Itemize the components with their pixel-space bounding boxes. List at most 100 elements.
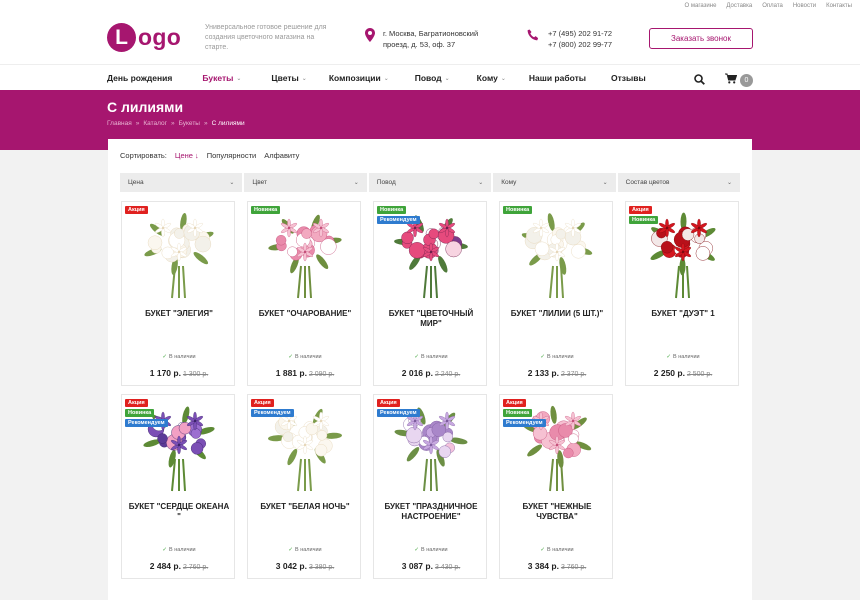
top-link[interactable]: Новости bbox=[793, 3, 816, 9]
logo-text: ogo bbox=[138, 24, 182, 50]
availability: ✓ В наличии bbox=[248, 354, 362, 360]
product-image[interactable] bbox=[139, 208, 219, 300]
product-card[interactable]: Акция Букет "Элегия" ✓ В наличии 1 170 р. 1 3… bbox=[121, 201, 235, 386]
product-price: 3 087 р. 3 430 р. bbox=[374, 561, 488, 571]
nav-item[interactable]: Букеты ⌄ bbox=[202, 73, 241, 83]
breadcrumb-link[interactable]: Каталог bbox=[143, 120, 167, 127]
logo-mark: L bbox=[107, 23, 136, 52]
product-card[interactable]: Акция Рекомендуем Букет "Праздничное настр… bbox=[373, 394, 487, 579]
nav-item[interactable]: Кому ⌄ bbox=[477, 73, 506, 83]
search-icon[interactable] bbox=[694, 72, 705, 90]
phone-number-2[interactable]: +7 (800) 202 99-77 bbox=[548, 39, 612, 50]
product-name[interactable]: Букет "Элегия" bbox=[128, 309, 230, 319]
filter-dropdown[interactable]: Цвет ⌄ bbox=[244, 173, 367, 192]
chevron-down-icon: ⌄ bbox=[478, 180, 484, 186]
top-link[interactable]: Контакты bbox=[826, 3, 852, 9]
page-title: С лилиями bbox=[107, 99, 184, 115]
filter-bar: Цена ⌄ Цвет ⌄ Повод ⌄ Кому ⌄ Состав цветов ⌄ bbox=[120, 173, 741, 192]
availability: ✓ В наличии bbox=[374, 547, 488, 553]
product-name[interactable]: Букет "Цветочный мир" bbox=[380, 309, 482, 329]
cart-button[interactable]: 0 bbox=[725, 71, 753, 89]
top-link[interactable]: О магазине bbox=[685, 3, 717, 9]
nav-item[interactable]: День рождения bbox=[107, 73, 172, 83]
sort-option[interactable]: Цене ↓ bbox=[175, 151, 199, 160]
top-link[interactable]: Доставка bbox=[726, 3, 752, 9]
badge-sale: Акция bbox=[125, 206, 148, 214]
nav-item-label: Отзывы bbox=[610, 73, 646, 83]
breadcrumb: Главная» Каталог» Букеты» С лилиями bbox=[107, 120, 245, 127]
callback-button[interactable]: Заказать звонок bbox=[649, 28, 753, 49]
product-price: 3 042 р. 3 380 р. bbox=[248, 561, 362, 571]
filter-label: Состав цветов bbox=[625, 179, 670, 186]
badge-recommend: Рекомендуем bbox=[125, 419, 168, 427]
nav-item[interactable]: Композиции ⌄ bbox=[329, 73, 389, 83]
product-badges: Акция Рекомендуем bbox=[251, 399, 294, 417]
chevron-down-icon: ⌄ bbox=[444, 75, 450, 82]
filter-dropdown[interactable]: Кому ⌄ bbox=[493, 173, 616, 192]
current-price: 1 881 р. bbox=[275, 368, 307, 378]
product-badges: Новинка bbox=[251, 206, 281, 214]
product-card[interactable]: Акция Новинка Рекомендуем Букет "Сердце оке… bbox=[121, 394, 235, 579]
product-card[interactable]: Новинка Рекомендуем Букет "Цветочный мир" ✓… bbox=[373, 201, 487, 386]
nav-item-label: День рождения bbox=[107, 73, 173, 83]
product-card[interactable]: Акция Новинка Рекомендуем Букет "Нежные чув… bbox=[499, 394, 613, 579]
phone-number-1[interactable]: +7 (495) 202 91-72 bbox=[548, 28, 612, 39]
current-price: 2 484 р. bbox=[149, 561, 181, 571]
badge-recommend: Рекомендуем bbox=[377, 216, 420, 224]
product-name[interactable]: Букет "Дуэт" 1 bbox=[632, 309, 734, 319]
breadcrumb-link[interactable]: Главная bbox=[107, 120, 132, 127]
filter-label: Повод bbox=[376, 179, 396, 186]
product-name[interactable]: Букет "Нежные чувства" bbox=[506, 502, 608, 522]
product-card[interactable]: Акция Рекомендуем Букет "Белая ночь" ✓ В нал… bbox=[247, 394, 361, 579]
product-badges: Новинка Рекомендуем bbox=[377, 206, 420, 224]
chevron-down-icon: ⌄ bbox=[383, 75, 389, 82]
top-link[interactable]: Оплата bbox=[762, 3, 783, 9]
filter-dropdown[interactable]: Цена ⌄ bbox=[120, 173, 243, 192]
sort-arrow-icon: ↓ bbox=[194, 151, 199, 160]
filter-dropdown[interactable]: Состав цветов ⌄ bbox=[617, 173, 741, 192]
availability: ✓ В наличии bbox=[248, 547, 362, 553]
availability: ✓ В наличии bbox=[500, 354, 614, 360]
nav-item[interactable]: Наши работы bbox=[529, 73, 586, 83]
product-card[interactable]: Новинка Букет "Лилии (5 шт.)" ✓ В наличии 2 … bbox=[499, 201, 613, 386]
catalog-content: Сортировать: Цене ↓ Популярности Алфавиту Ц… bbox=[108, 139, 752, 600]
product-name[interactable]: Букет "Лилии (5 шт.)" bbox=[506, 309, 608, 319]
old-price: 3 760 р. bbox=[560, 564, 587, 571]
current-price: 3 087 р. bbox=[401, 561, 433, 571]
filter-dropdown[interactable]: Повод ⌄ bbox=[368, 173, 492, 192]
nav-item[interactable]: Цветы ⌄ bbox=[271, 73, 306, 83]
product-name[interactable]: Букет "Очарование" bbox=[254, 309, 356, 319]
address-text: г. Москва, Багратионовский проезд, д. 53… bbox=[383, 29, 479, 49]
check-icon: ✓ bbox=[414, 547, 419, 553]
product-price: 2 484 р. 2 760 р. bbox=[122, 561, 236, 571]
filter-label: Цвет bbox=[252, 179, 267, 186]
old-price: 3 380 р. bbox=[308, 564, 335, 571]
product-image[interactable] bbox=[265, 208, 345, 300]
main-nav: День рождения Букеты ⌄ Цветы ⌄ Композиции ⌄ Пов… bbox=[0, 64, 860, 90]
sort-option[interactable]: Популярности bbox=[207, 151, 257, 160]
breadcrumb-separator-icon: » bbox=[171, 120, 175, 127]
check-icon: ✓ bbox=[162, 354, 167, 360]
product-name[interactable]: Букет "Праздничное настроение" bbox=[380, 502, 482, 522]
sort-option[interactable]: Алфавиту bbox=[264, 151, 299, 160]
check-icon: ✓ bbox=[414, 354, 419, 360]
product-name[interactable]: Букет "Сердце океана " bbox=[128, 502, 230, 522]
product-card[interactable]: Новинка Букет "Очарование" ✓ В наличии 1 881… bbox=[247, 201, 361, 386]
nav-item[interactable]: Повод ⌄ bbox=[415, 73, 450, 83]
product-badges: Акция bbox=[125, 206, 148, 214]
current-price: 2 016 р. bbox=[401, 368, 433, 378]
chevron-down-icon: ⌄ bbox=[353, 180, 359, 186]
breadcrumb-link[interactable]: Букеты bbox=[179, 120, 200, 127]
product-name[interactable]: Букет "Белая ночь" bbox=[254, 502, 356, 512]
availability-text: В наличии bbox=[295, 354, 322, 360]
old-price: 1 300 р. bbox=[182, 371, 209, 378]
badge-new: Новинка bbox=[251, 206, 281, 214]
cart-count-badge: 0 bbox=[740, 73, 753, 87]
logo[interactable]: L ogo bbox=[107, 23, 181, 52]
nav-item[interactable]: Отзывы bbox=[611, 73, 646, 83]
availability: ✓ В наличии bbox=[122, 354, 236, 360]
filter-label: Кому bbox=[501, 179, 517, 186]
product-image[interactable] bbox=[517, 208, 597, 300]
check-icon: ✓ bbox=[666, 354, 671, 360]
product-card[interactable]: Акция Новинка Букет "Дуэт" 1 ✓ В наличии 2 25… bbox=[625, 201, 739, 386]
